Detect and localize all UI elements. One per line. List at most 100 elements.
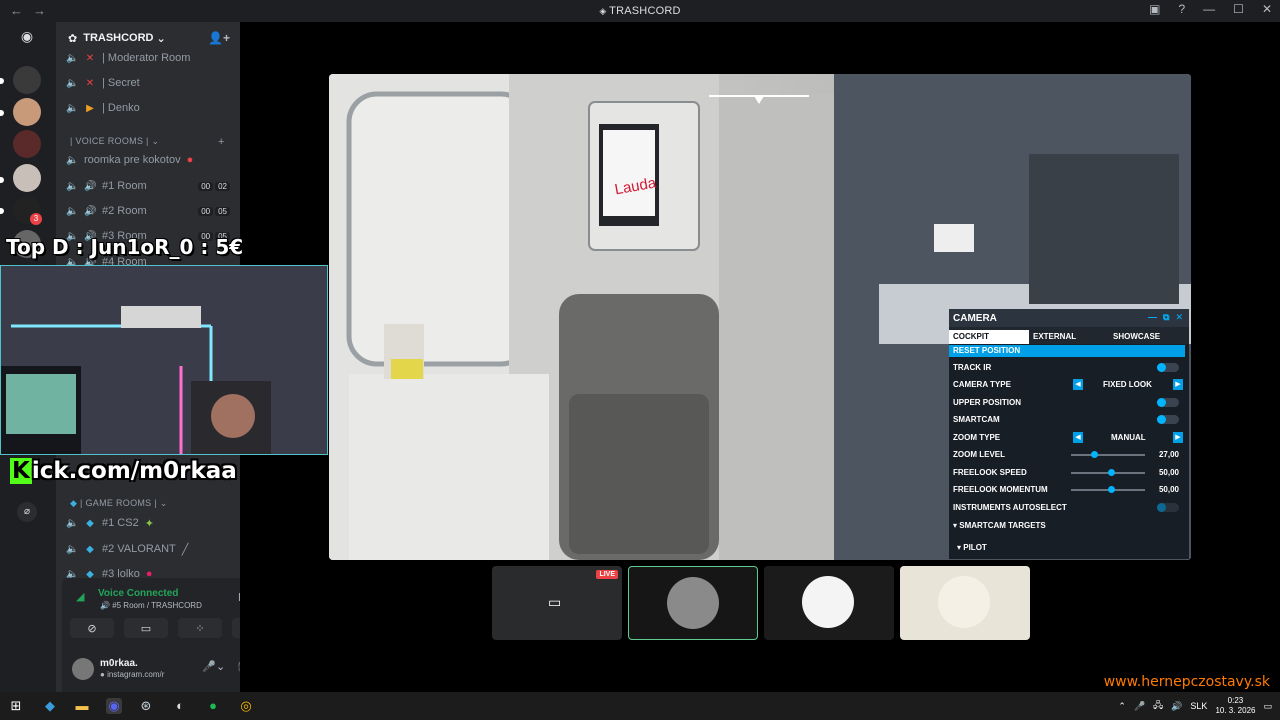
invite-people-icon[interactable]: 👤+ — [208, 31, 230, 45]
user-count-badge: 00 05 — [198, 206, 230, 216]
language-indicator[interactable]: SLK — [1190, 701, 1207, 711]
microphone-icon[interactable]: 🎤⌄ — [202, 660, 225, 673]
close-icon[interactable]: ✕ — [1262, 2, 1272, 16]
game-stream-view[interactable]: Lauda CAMERA — ⧉ ✕ COCKPIT EXTERNAL SHOW… — [329, 74, 1191, 560]
screen-icon: ▭ — [548, 594, 562, 610]
speaker-icon: 🔊 — [84, 205, 97, 217]
speaker-icon: 🔈 — [66, 205, 79, 217]
row-pilot[interactable]: ▾ PILOT — [957, 539, 1187, 556]
volume-icon[interactable]: 🔊 — [1171, 701, 1182, 712]
webcam-scene — [1, 266, 327, 454]
unread-pill — [0, 177, 4, 183]
notification-icon[interactable]: ▭ — [1263, 701, 1272, 712]
upper-position-toggle[interactable] — [1157, 398, 1179, 407]
avatar[interactable] — [72, 658, 94, 680]
screen-share-icon: ▭ — [140, 622, 152, 635]
channel-secret[interactable]: 🔈 ✕ | Secret — [66, 73, 230, 93]
channel-room-2[interactable]: 🔈 🔊 #2 Room 00 05 — [66, 201, 230, 221]
user-status: ● instagram.com/r — [100, 670, 165, 679]
file-explorer-icon[interactable]: ▬ — [74, 698, 90, 714]
microphone-icon[interactable]: 🎤 — [1134, 701, 1145, 712]
thumb-participant-2[interactable] — [764, 566, 894, 640]
minimize-icon[interactable]: — — [1148, 312, 1157, 323]
system-tray: ⌃ 🎤 🖧 🔊 SLK 0:23 10. 3. 2026 ▭ — [1118, 692, 1272, 720]
discover-icon[interactable]: ⌀ — [17, 502, 37, 522]
category-game-rooms[interactable]: ◆ | GAME ROOMS | ⌄ — [70, 498, 168, 509]
slider-knob[interactable] — [1108, 486, 1115, 493]
tab-external[interactable]: EXTERNAL — [1029, 330, 1109, 344]
row-instruments-autoselect: INSTRUMENTS AUTOSELECT — [953, 499, 1183, 516]
clock[interactable]: 0:23 10. 3. 2026 — [1215, 696, 1255, 716]
spotify-icon[interactable]: ● — [205, 698, 221, 714]
username[interactable]: m0rkaa. — [100, 658, 138, 669]
row-upper-position: UPPER POSITION — [953, 394, 1183, 411]
row-smartcam-targets[interactable]: ▾ SMARTCAM TARGETS — [953, 517, 1183, 534]
chevron-right-icon[interactable]: ▶ — [1173, 379, 1183, 390]
chevron-up-icon[interactable]: ⌃ — [1118, 701, 1126, 712]
camera-off-button[interactable]: ⊘ — [70, 618, 114, 638]
chrome-icon[interactable]: ◎ — [238, 698, 254, 714]
thumb-participant-3[interactable] — [900, 566, 1030, 640]
server-icon[interactable] — [13, 66, 41, 94]
signal-icon: ◢ — [76, 591, 85, 603]
channel-denko[interactable]: 🔈 ▶ | Denko — [66, 98, 230, 118]
chevron-down-icon: ⌄ — [156, 32, 166, 45]
chevron-left-icon[interactable]: ◀ — [1073, 379, 1083, 390]
add-channel-icon[interactable]: + — [218, 136, 225, 148]
diamond-icon: ◆ — [86, 543, 94, 555]
steam-icon[interactable]: ⊛ — [138, 698, 154, 714]
row-track-ir: TRACK IR — [953, 359, 1183, 376]
thumb-participant-1[interactable] — [628, 566, 758, 640]
row-freelook-momentum: FREELOOK MOMENTUM 50,00 — [953, 485, 1179, 494]
discord-home-icon[interactable]: ◉ — [13, 28, 41, 48]
tab-showcase[interactable]: SHOWCASE — [1109, 330, 1189, 344]
category-voice-rooms[interactable]: | VOICE ROOMS | ⌄ + — [70, 136, 224, 148]
minimize-icon[interactable]: — — [1203, 2, 1215, 16]
chevron-left-icon[interactable]: ◀ — [1073, 432, 1083, 443]
webcam-overlay — [0, 265, 328, 455]
popout-icon[interactable]: ⧉ — [1163, 312, 1169, 323]
emoji-icon: ● — [186, 154, 194, 166]
thumb-screen-share[interactable]: LIVE ▭ — [492, 566, 622, 640]
screen-share-button[interactable]: ▭ — [124, 618, 168, 638]
slider-knob[interactable] — [1090, 451, 1098, 458]
inbox-icon[interactable]: ▣ — [1149, 2, 1160, 16]
channel-cs2[interactable]: 🔈 ◆ #1 CS2 ✦ — [66, 513, 230, 533]
freelook-momentum-slider[interactable] — [1071, 486, 1145, 493]
voice-room[interactable]: 🔊 #5 Room / TRASHCORD — [100, 601, 202, 610]
close-icon[interactable]: ✕ — [1175, 312, 1183, 323]
voice-status[interactable]: Voice Connected — [98, 588, 178, 599]
camera-off-icon: ⊘ — [87, 622, 97, 635]
discord-taskbar-icon[interactable]: ◉ — [106, 698, 122, 714]
server-icon[interactable] — [13, 98, 41, 126]
obs-icon[interactable]: ◐ — [172, 698, 188, 714]
activities-button[interactable]: ⁘ — [178, 618, 222, 638]
speaker-icon: 🔈 — [66, 77, 79, 89]
windows-start-icon[interactable]: ⊞ — [8, 698, 24, 714]
tab-cockpit[interactable]: COCKPIT — [949, 330, 1029, 344]
user-count-badge: 00 02 — [198, 181, 230, 191]
track-ir-toggle[interactable] — [1157, 363, 1179, 372]
taskbar: ⊞ ◆ ▬ ◉ ⊛ ◐ ● ◎ ⌃ 🎤 🖧 🔊 SLK 0:23 10. 3. … — [0, 692, 1280, 720]
channel-valorant[interactable]: 🔈 ◆ #2 VALORANT ╱ — [66, 539, 230, 559]
channel-moderator-room[interactable]: 🔈 ✕ | Moderator Room — [66, 48, 230, 68]
guild-icon: ✿ — [68, 32, 78, 45]
zoom-level-slider[interactable] — [1071, 451, 1145, 458]
network-icon[interactable]: 🖧 — [1153, 698, 1163, 714]
unread-pill — [0, 110, 4, 116]
help-icon[interactable]: ? — [1178, 2, 1185, 16]
server-icon[interactable] — [13, 164, 41, 192]
smartcam-toggle[interactable] — [1157, 415, 1179, 424]
speaker-icon: 🔈 — [66, 180, 79, 192]
chevron-right-icon[interactable]: ▶ — [1173, 432, 1183, 443]
channel-room-1[interactable]: 🔈 🔊 #1 Room 00 02 — [66, 176, 230, 196]
server-icon[interactable] — [13, 130, 41, 158]
app-icon[interactable]: ◆ — [42, 698, 58, 714]
reset-position-button[interactable]: RESET POSITION — [949, 345, 1185, 357]
freelook-speed-slider[interactable] — [1071, 469, 1145, 476]
instruments-toggle[interactable] — [1157, 503, 1179, 512]
channel-roomka[interactable]: 🔈 roomka pre kokotov ● — [66, 150, 230, 170]
window-title: ◈ TRASHCORD — [599, 5, 681, 17]
slider-knob[interactable] — [1108, 469, 1115, 476]
maximize-icon[interactable]: ☐ — [1233, 2, 1244, 16]
